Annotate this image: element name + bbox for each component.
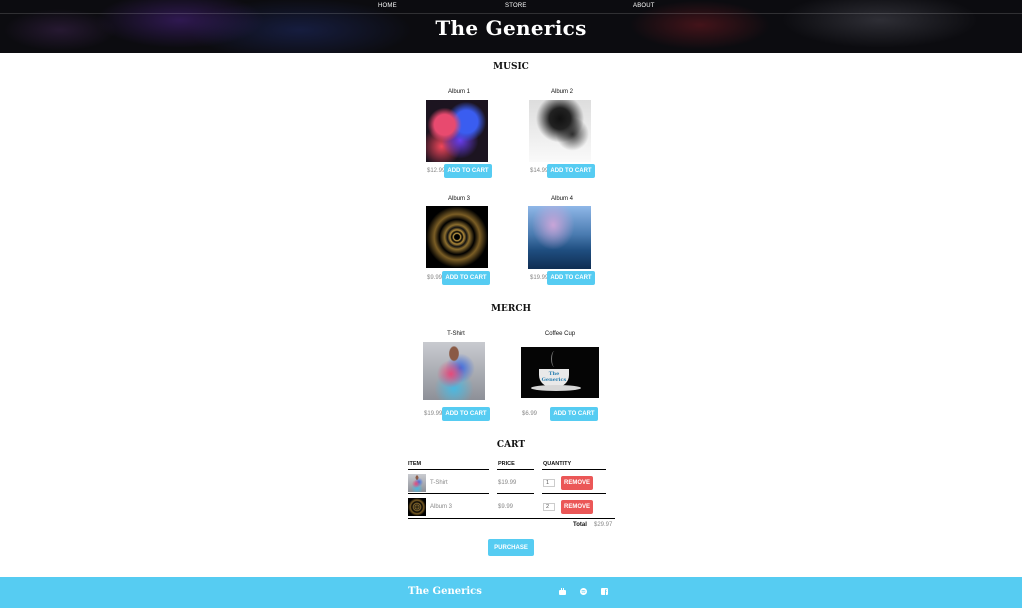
divider — [408, 518, 615, 519]
album-1-title: Album 1 — [447, 89, 470, 95]
site-title: The Generics — [435, 16, 587, 40]
cart-row-2-thumb — [408, 498, 426, 516]
album-3-price: $9.99 — [427, 275, 443, 281]
page-header: HOME STORE ABOUT The Generics — [0, 0, 1022, 53]
divider — [408, 493, 489, 494]
cart-row-2-remove-button[interactable]: REMOVE — [561, 500, 593, 514]
nav-home-link[interactable]: HOME — [378, 3, 397, 9]
album-3-add-to-cart-button[interactable]: ADD TO CART — [442, 271, 490, 285]
divider — [497, 493, 534, 494]
page-footer: The Generics — [0, 577, 1022, 608]
saucer-shape — [531, 385, 581, 391]
divider — [542, 469, 606, 470]
music-section-title: MUSIC — [493, 62, 529, 72]
cart-row-2-quantity-input[interactable]: 2 — [543, 503, 555, 511]
album-2-price: $14.99 — [530, 168, 549, 174]
album-1-add-to-cart-button[interactable]: ADD TO CART — [444, 164, 492, 178]
cart-row-1-price: $19.99 — [498, 480, 517, 486]
album-4-image — [528, 206, 591, 269]
footer-brand: The Generics — [408, 586, 482, 597]
album-2-image — [529, 100, 591, 162]
tshirt-title: T-Shirt — [447, 331, 465, 337]
cart-row-1-remove-button[interactable]: REMOVE — [561, 476, 593, 490]
coffee-cup-image: The Generics — [521, 347, 599, 398]
nav-about-link[interactable]: ABOUT — [633, 3, 655, 9]
album-3-title: Album 3 — [447, 196, 470, 202]
purchase-button[interactable]: PURCHASE — [488, 539, 534, 556]
divider — [497, 469, 534, 470]
coffee-cup-add-to-cart-button[interactable]: ADD TO CART — [550, 407, 598, 421]
cup-logo: The Generics — [541, 371, 567, 383]
tshirt-image — [423, 342, 485, 400]
cart-row-2-name: Album 3 — [430, 504, 453, 510]
cart-header-quantity: QUANTITY — [543, 461, 572, 467]
album-2-add-to-cart-button[interactable]: ADD TO CART — [547, 164, 595, 178]
cart-row-1-name: T-Shirt — [430, 480, 448, 486]
album-1-image — [426, 100, 488, 162]
merch-section-title: MERCH — [491, 304, 531, 314]
album-1-price: $12.99 — [427, 168, 446, 174]
main-nav: HOME STORE ABOUT — [0, 0, 1022, 14]
cart-total-label: Total — [573, 522, 587, 528]
cart-header-item: ITEM — [408, 461, 422, 467]
album-4-add-to-cart-button[interactable]: ADD TO CART — [547, 271, 595, 285]
nav-store-link[interactable]: STORE — [505, 3, 527, 9]
cart-row-2-price: $9.99 — [498, 504, 514, 510]
album-2-title: Album 2 — [550, 89, 573, 95]
steam-icon — [551, 351, 558, 367]
coffee-cup-title: Coffee Cup — [544, 331, 576, 337]
spotify-icon[interactable] — [579, 587, 588, 596]
cart-header-price: PRICE — [498, 461, 515, 467]
album-4-title: Album 4 — [550, 196, 573, 202]
divider — [408, 469, 489, 470]
cart-row-1-quantity-input[interactable]: 1 — [543, 479, 555, 487]
album-3-image — [426, 206, 488, 268]
divider — [542, 493, 606, 494]
cart-section-title: CART — [496, 440, 526, 450]
cart-row-1-thumb — [408, 474, 426, 492]
youtube-icon[interactable] — [558, 587, 567, 596]
coffee-cup-price: $6.99 — [522, 411, 538, 417]
tshirt-add-to-cart-button[interactable]: ADD TO CART — [442, 407, 490, 421]
tshirt-price: $19.99 — [424, 411, 443, 417]
facebook-icon[interactable] — [600, 587, 609, 596]
cart-total-value: $29.97 — [594, 522, 613, 528]
album-4-price: $19.99 — [530, 275, 549, 281]
